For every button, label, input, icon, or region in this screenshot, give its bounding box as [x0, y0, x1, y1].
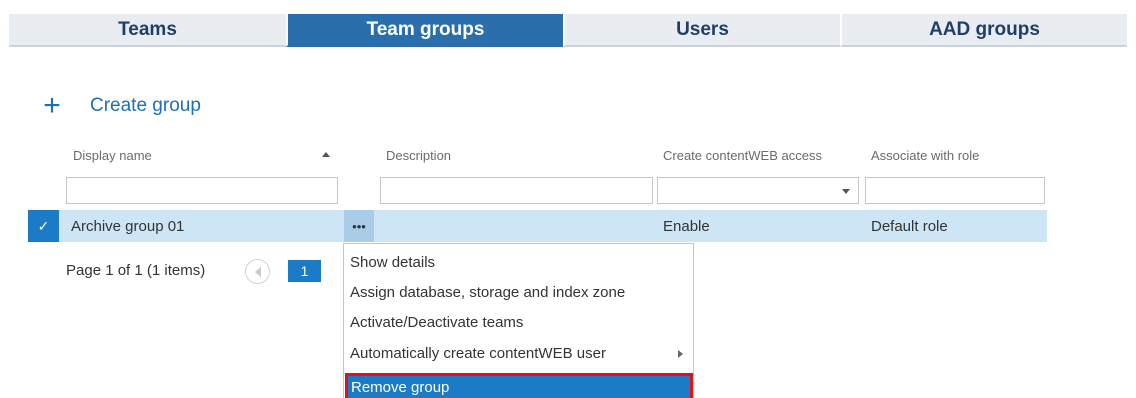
- filter-description[interactable]: [380, 177, 653, 204]
- menu-item-assign-database[interactable]: Assign database, storage and index zone: [344, 277, 693, 308]
- plus-icon: +: [43, 89, 61, 122]
- pager-page-button[interactable]: 1: [288, 260, 321, 282]
- pager-summary: Page 1 of 1 (1 items): [66, 262, 206, 279]
- more-actions-button[interactable]: •••: [344, 210, 374, 242]
- tab-team-groups[interactable]: Team groups: [286, 14, 563, 47]
- cell-display-name: Archive group 01: [71, 218, 185, 235]
- filter-display-name-input[interactable]: [67, 178, 337, 203]
- chevron-down-icon: [842, 189, 850, 194]
- column-header-description[interactable]: Description: [386, 148, 451, 163]
- tab-aad-groups[interactable]: AAD groups: [840, 14, 1127, 47]
- filter-access-select[interactable]: [657, 177, 859, 204]
- tab-bar: Teams Team groups Users AAD groups: [9, 14, 1127, 47]
- context-menu: Show details Assign database, storage an…: [343, 243, 694, 398]
- filter-role[interactable]: [865, 177, 1045, 204]
- cell-associate-role: Default role: [871, 218, 948, 235]
- chevron-right-icon: [678, 350, 683, 358]
- filter-role-input[interactable]: [866, 178, 1044, 203]
- menu-item-remove-group[interactable]: Remove group: [345, 373, 693, 398]
- cell-create-access: Enable: [663, 218, 710, 235]
- menu-item-auto-create-user-label: Automatically create contentWEB user: [350, 345, 606, 362]
- pager-prev-button[interactable]: [245, 259, 270, 284]
- filter-display-name[interactable]: [66, 177, 338, 204]
- check-icon[interactable]: ✓: [28, 210, 59, 242]
- create-group-button[interactable]: + Create group: [40, 91, 201, 121]
- chevron-left-icon: [254, 266, 261, 277]
- menu-item-show-details[interactable]: Show details: [344, 247, 693, 278]
- tab-teams[interactable]: Teams: [9, 14, 286, 47]
- menu-item-auto-create-user[interactable]: Automatically create contentWEB user: [344, 338, 693, 369]
- menu-item-activate-teams[interactable]: Activate/Deactivate teams: [344, 307, 693, 338]
- tab-users[interactable]: Users: [563, 14, 840, 47]
- create-group-label: Create group: [90, 95, 201, 116]
- filter-description-input[interactable]: [381, 178, 652, 203]
- column-header-associate-role[interactable]: Associate with role: [871, 148, 979, 163]
- column-header-display-name[interactable]: Display name: [73, 148, 152, 163]
- sort-ascending-icon[interactable]: [322, 152, 330, 157]
- column-header-create-access[interactable]: Create contentWEB access: [663, 148, 822, 163]
